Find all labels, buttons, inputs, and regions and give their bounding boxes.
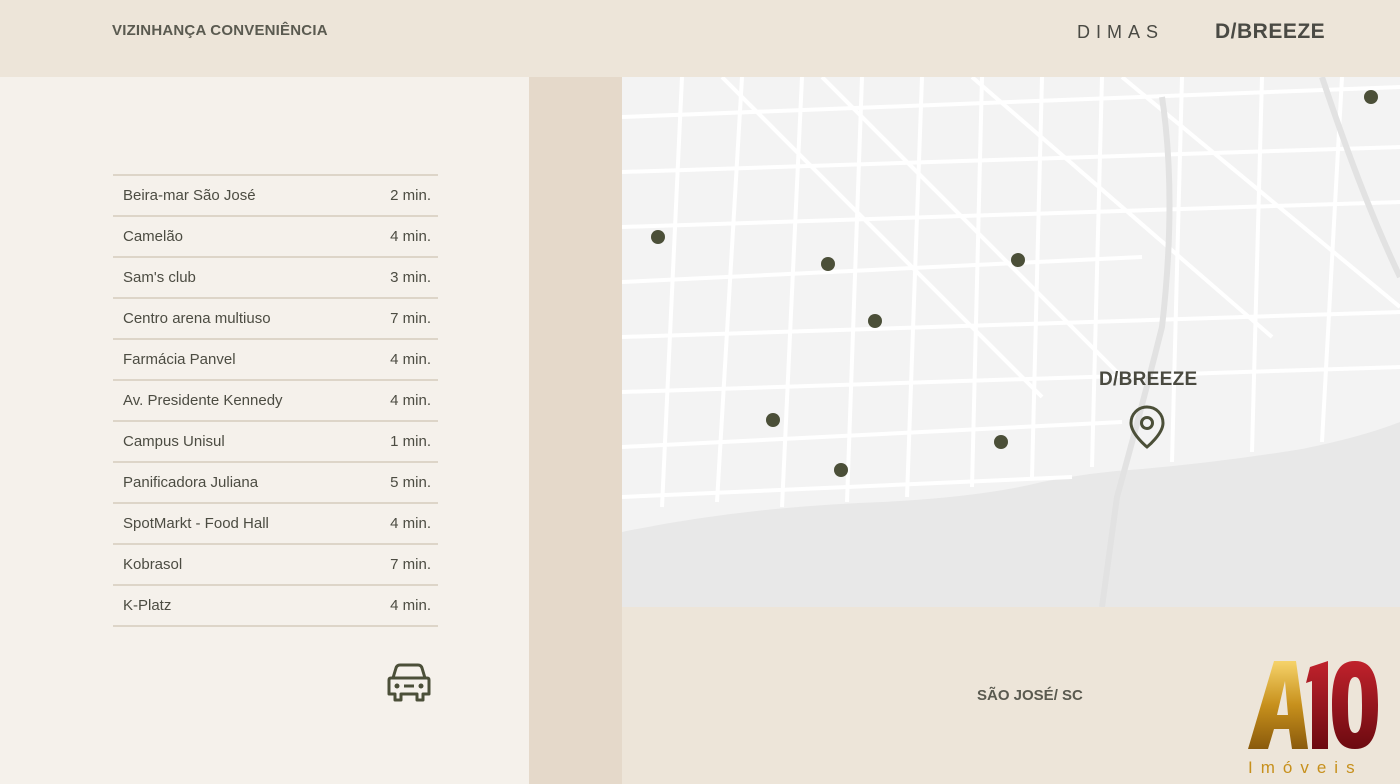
- svg-text:Imóveis: Imóveis: [1248, 758, 1363, 777]
- travel-time: 7 min.: [390, 310, 431, 327]
- place-name: Kobrasol: [123, 556, 183, 573]
- map-marker[interactable]: [766, 413, 780, 427]
- list-item: Centro arena multiuso 7 min.: [113, 299, 438, 340]
- place-name: Camelão: [123, 228, 184, 245]
- travel-time: 4 min.: [390, 351, 431, 368]
- list-item: Campus Unisul 1 min.: [113, 422, 438, 463]
- place-name: Panificadora Juliana: [123, 474, 259, 491]
- map-marker[interactable]: [651, 230, 665, 244]
- map-location-label: D/BREEZE: [1099, 369, 1198, 390]
- travel-time: 7 min.: [390, 556, 431, 573]
- page-title: VIZINHANÇA CONVENIÊNCIA: [112, 22, 328, 39]
- map-marker[interactable]: [868, 314, 882, 328]
- map-marker[interactable]: [821, 257, 835, 271]
- travel-time: 4 min.: [390, 228, 431, 245]
- travel-time: 5 min.: [390, 474, 431, 491]
- travel-time: 3 min.: [390, 269, 431, 286]
- list-item: Panificadora Juliana 5 min.: [113, 463, 438, 504]
- place-name: Farmácia Panvel: [123, 351, 236, 368]
- place-name: SpotMarkt - Food Hall: [123, 515, 269, 532]
- brand-breeze-logo: D/BREEZE: [1215, 20, 1326, 43]
- travel-time: 2 min.: [390, 187, 431, 204]
- brand-dimas-logo: DIMAS: [1077, 22, 1165, 42]
- travel-time: 4 min.: [390, 515, 431, 532]
- list-item: K-Platz 4 min.: [113, 586, 438, 627]
- list-item: Camelão 4 min.: [113, 217, 438, 258]
- travel-time: 1 min.: [390, 433, 431, 450]
- bottom-bar: SÃO JOSÉ/ SC Imóveis: [622, 607, 1400, 784]
- map-marker[interactable]: [1011, 253, 1025, 267]
- map-marker[interactable]: [1364, 90, 1378, 104]
- travel-time: 4 min.: [390, 392, 431, 409]
- travel-time: 4 min.: [390, 597, 431, 614]
- list-item: Sam's club 3 min.: [113, 258, 438, 299]
- list-item: Kobrasol 7 min.: [113, 545, 438, 586]
- city-label: SÃO JOSÉ/ SC: [977, 687, 1083, 704]
- list-item: Av. Presidente Kennedy 4 min.: [113, 381, 438, 422]
- map-canvas: [622, 77, 1400, 607]
- place-name: Sam's club: [123, 269, 196, 286]
- neighborhood-map[interactable]: D/BREEZE: [622, 77, 1400, 607]
- header: VIZINHANÇA CONVENIÊNCIA DIMAS D/BREEZE: [0, 0, 1400, 77]
- place-name: Centro arena multiuso: [123, 310, 271, 327]
- list-item: Farmácia Panvel 4 min.: [113, 340, 438, 381]
- map-marker[interactable]: [994, 435, 1008, 449]
- divider-strip: [529, 77, 622, 784]
- car-icon: [387, 663, 431, 702]
- places-list: Beira-mar São José 2 min. Camelão 4 min. S…: [113, 174, 438, 627]
- place-name: Av. Presidente Kennedy: [123, 392, 283, 409]
- place-name: Campus Unisul: [123, 433, 225, 450]
- map-marker[interactable]: [834, 463, 848, 477]
- list-item: SpotMarkt - Food Hall 4 min.: [113, 504, 438, 545]
- place-name: Beira-mar São José: [123, 187, 256, 204]
- a10-imoveis-logo: Imóveis: [1248, 661, 1378, 777]
- list-item: Beira-mar São José 2 min.: [113, 176, 438, 217]
- place-name: K-Platz: [123, 597, 172, 614]
